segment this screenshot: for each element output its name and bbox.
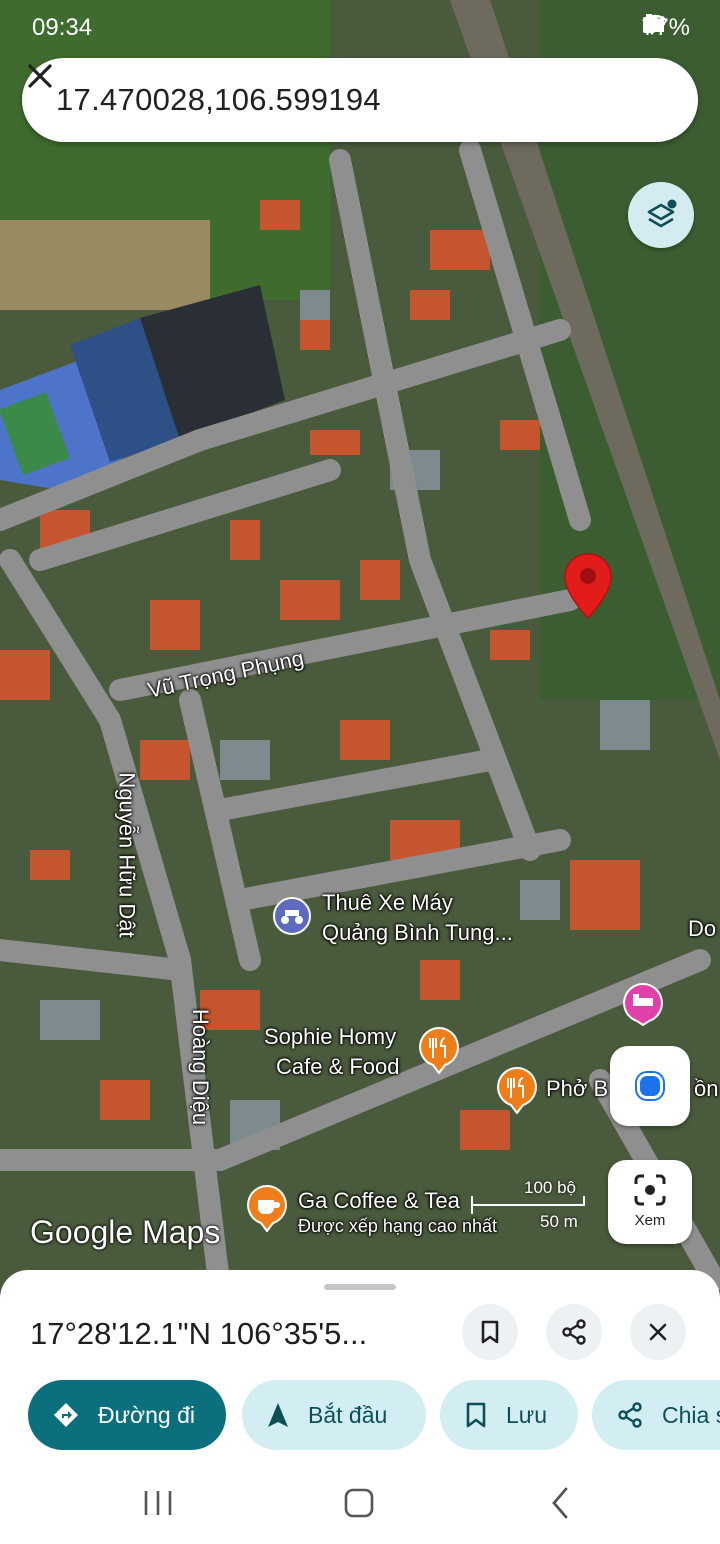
- directions-icon: [54, 1403, 78, 1427]
- layers-icon: [647, 199, 677, 228]
- navigation-icon: [268, 1403, 288, 1427]
- hotel-icon[interactable]: [622, 982, 664, 1026]
- layers-button[interactable]: [628, 182, 694, 248]
- google-maps-logo: Google Maps: [30, 1214, 221, 1250]
- edge-label: Do: [688, 916, 717, 941]
- poi-ga-coffee-sub: Được xếp hạng cao nhất: [298, 1216, 497, 1236]
- close-icon: [649, 1323, 667, 1341]
- street-label-hoang-dieu: Hoàng Diệu: [188, 1008, 214, 1126]
- scale-lines: [471, 1196, 585, 1214]
- lens-icon: [634, 1174, 666, 1206]
- status-time: 09:34: [32, 14, 93, 41]
- search-bar[interactable]: 17.470028,106.599194: [22, 58, 698, 142]
- map-view[interactable]: 09:34 77% 17.470028,106.599194 Vũ Trọng …: [0, 0, 720, 1290]
- poi-pho-tail: ồn: [694, 1076, 719, 1101]
- scale-bar: 100 bộ 50 m: [470, 1178, 590, 1238]
- poi-ga-coffee[interactable]: Ga Coffee & Tea: [298, 1188, 460, 1214]
- start-label: Bắt đầu: [308, 1401, 388, 1428]
- pin-icon[interactable]: [562, 552, 614, 620]
- save-button[interactable]: Lưu: [440, 1380, 578, 1450]
- bookmark-icon: [481, 1320, 499, 1344]
- drag-handle[interactable]: [324, 1284, 396, 1290]
- home-icon[interactable]: [342, 1486, 376, 1520]
- coordinates-title: 17°28'12.1"N 106°35'5...: [30, 1316, 368, 1351]
- close-sheet-button[interactable]: [630, 1304, 686, 1360]
- restaurant-icon[interactable]: [496, 1066, 538, 1114]
- back-icon[interactable]: [548, 1486, 574, 1520]
- battery-icon: [642, 14, 655, 33]
- poi-thue-xe-line2[interactable]: Quảng Bình Tung...: [322, 920, 513, 946]
- share-icon: [562, 1319, 586, 1345]
- share-label: Chia s: [662, 1401, 720, 1428]
- search-query[interactable]: 17.470028,106.599194: [56, 82, 381, 118]
- poi-thue-xe-line1[interactable]: Thuê Xe Máy: [322, 890, 453, 916]
- coffee-icon[interactable]: [246, 1184, 288, 1232]
- directions-button[interactable]: Đường đi: [28, 1380, 226, 1450]
- share-icon: [618, 1402, 642, 1428]
- restaurant-icon[interactable]: [418, 1026, 460, 1074]
- my-location-button[interactable]: [610, 1046, 690, 1126]
- share-icon-button[interactable]: [546, 1304, 602, 1360]
- close-icon[interactable]: [22, 58, 58, 94]
- share-button[interactable]: Chia s: [592, 1380, 720, 1450]
- my-location-dot: [637, 1073, 663, 1099]
- motorbike-icon[interactable]: [272, 896, 312, 936]
- recents-icon[interactable]: [142, 1488, 174, 1518]
- save-label: Lưu: [506, 1401, 547, 1428]
- poi-pho[interactable]: Phở B: [546, 1076, 608, 1102]
- lens-label: Xem: [634, 1212, 666, 1229]
- directions-label: Đường đi: [98, 1401, 195, 1428]
- poi-sophie-line1[interactable]: Sophie Homy: [264, 1024, 396, 1050]
- lens-button[interactable]: Xem: [608, 1160, 692, 1244]
- start-button[interactable]: Bắt đầu: [242, 1380, 426, 1450]
- street-label-nguyen-huu-dat: Nguyễn Hữu Dật: [114, 772, 140, 938]
- status-bar: 09:34 77%: [0, 0, 720, 56]
- poi-sophie-line2[interactable]: Cafe & Food: [276, 1054, 400, 1080]
- system-nav-bar: [0, 1456, 720, 1544]
- save-icon-button[interactable]: [462, 1304, 518, 1360]
- status-icons: 77%: [642, 14, 690, 42]
- bookmark-icon: [466, 1402, 486, 1428]
